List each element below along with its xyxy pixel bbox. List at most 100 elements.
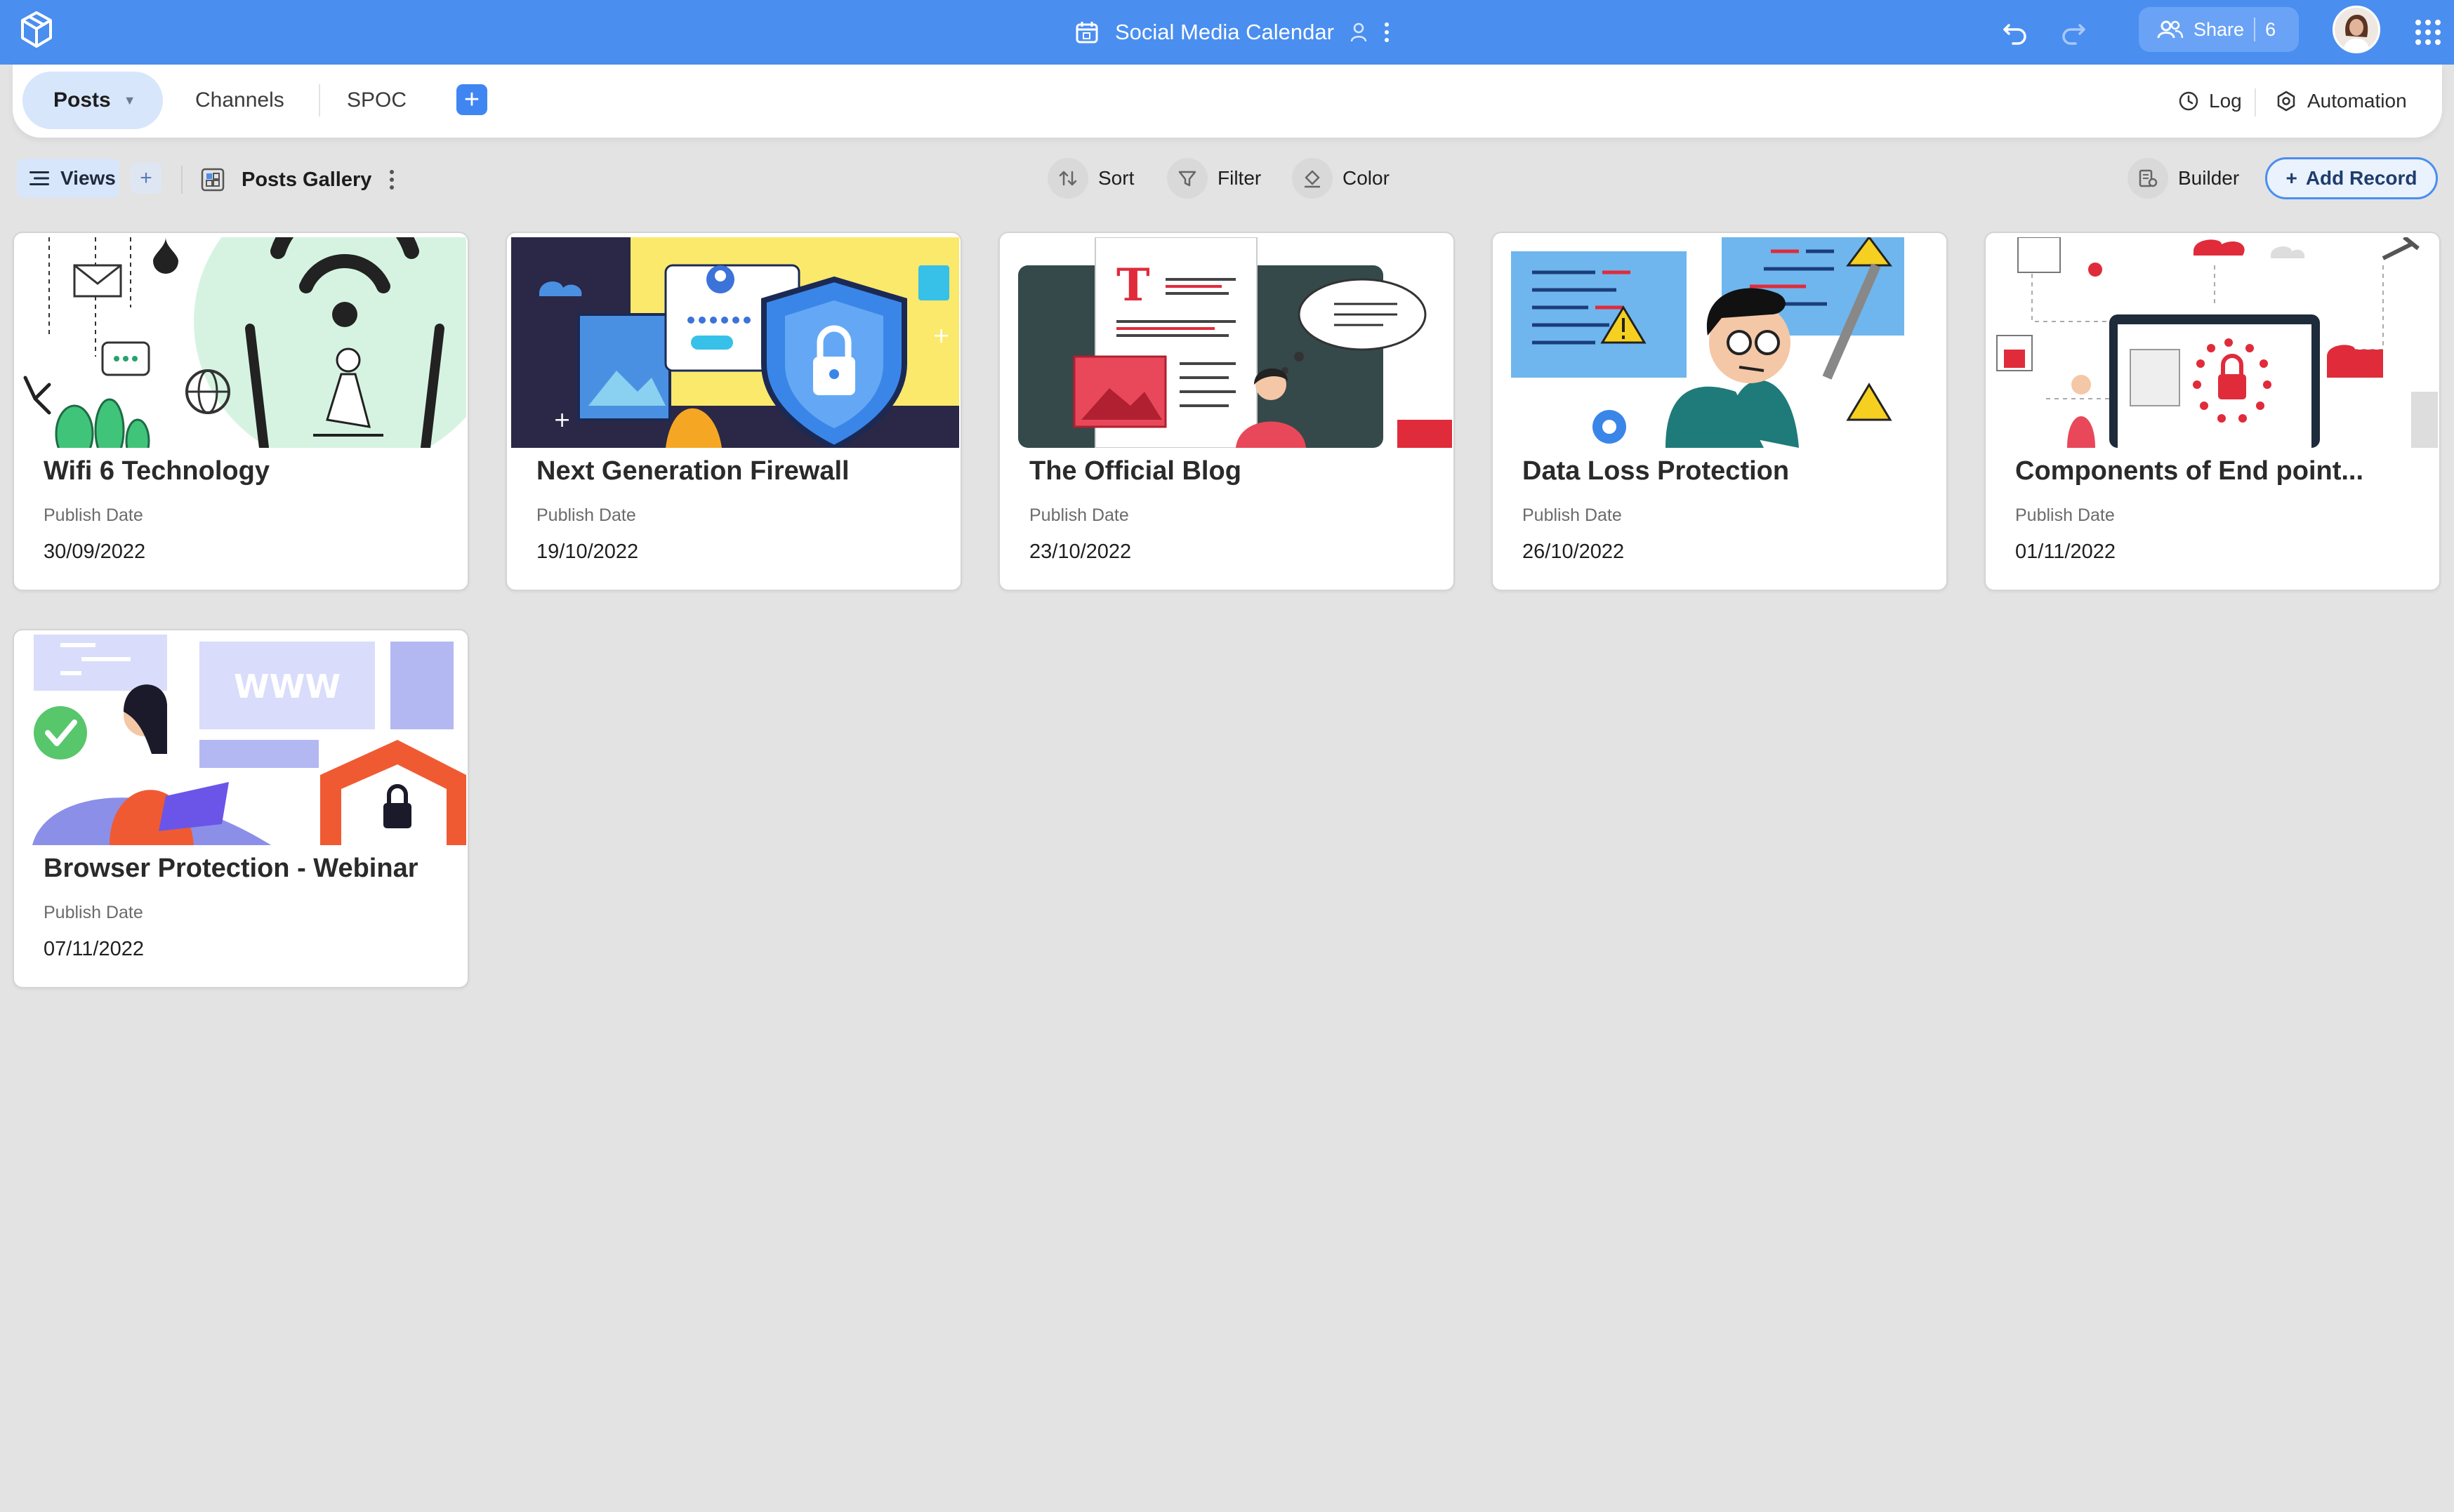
share-count: 6: [2265, 18, 2276, 40]
tab-posts[interactable]: Posts ▼: [22, 72, 163, 129]
people-icon: [2157, 20, 2184, 39]
card-field-value: 30/09/2022: [44, 541, 146, 563]
tab-channels[interactable]: Channels: [195, 72, 284, 129]
plus-icon: +: [463, 85, 480, 114]
add-table-button[interactable]: +: [456, 84, 487, 115]
card-field-value: 26/10/2022: [1522, 541, 1625, 563]
tab-divider: [319, 84, 320, 117]
filter-label: Filter: [1218, 167, 1262, 189]
tab-channels-label: Channels: [195, 88, 284, 112]
card-title: Data Loss Protection: [1522, 456, 1790, 486]
card-field-label: Publish Date: [1029, 505, 1129, 525]
add-record-label: Add Record: [2305, 167, 2417, 189]
gallery-card[interactable]: + + Next Generation Firewall Publish Dat…: [506, 232, 962, 591]
paint-bucket-icon: [1305, 170, 1320, 188]
user-avatar[interactable]: [2333, 6, 2380, 53]
clock-icon: [2179, 91, 2198, 111]
card-field-value: 19/10/2022: [536, 541, 639, 563]
gallery-card[interactable]: T The Official Blog Publish Date 23/10/2…: [998, 232, 1455, 591]
builder-button[interactable]: Builder: [2128, 157, 2239, 199]
firewall-shield-illustration-icon: + +: [511, 237, 959, 448]
card-title: Next Generation Firewall: [536, 456, 850, 486]
card-cover-image: [1497, 237, 1945, 448]
top-bar: Social Media Calendar Share 6: [0, 0, 2454, 65]
card-field-label: Publish Date: [1522, 505, 1622, 525]
tab-actions-divider: [2255, 88, 2256, 117]
sort-icon: [1059, 171, 1077, 186]
filter-button[interactable]: Filter: [1167, 157, 1261, 199]
gallery-card[interactable]: Data Loss Protection Publish Date 26/10/…: [1491, 232, 1948, 591]
svg-text:+: +: [932, 324, 950, 348]
sort-button[interactable]: Sort: [1048, 157, 1134, 199]
card-title: Browser Protection - Webinar: [44, 854, 418, 883]
automation-button[interactable]: Automation: [2275, 84, 2407, 118]
views-label: Views: [60, 167, 116, 189]
card-field-label: Publish Date: [2015, 505, 2115, 525]
tab-posts-label: Posts: [53, 88, 111, 112]
sort-icon-wrap: [1048, 158, 1088, 199]
calendar-icon: [1076, 22, 1098, 44]
card-title: The Official Blog: [1029, 456, 1241, 486]
plus-icon: +: [2285, 167, 2297, 189]
endpoint-security-illustration-icon: [1990, 237, 2438, 448]
color-button[interactable]: Color: [1292, 157, 1390, 199]
share-label: Share: [2194, 18, 2245, 40]
views-toggle-button[interactable]: Views: [17, 159, 119, 198]
sort-label: Sort: [1098, 167, 1135, 189]
menu-icon: [29, 171, 49, 185]
document-title-group: Social Media Calendar: [1074, 13, 1390, 52]
gallery-card[interactable]: WWW Browser Protection - Webinar Publish…: [13, 629, 469, 988]
card-field-value: 07/11/2022: [44, 938, 144, 960]
document-title[interactable]: Social Media Calendar: [1115, 20, 1334, 45]
log-label: Log: [2209, 90, 2242, 112]
share-button[interactable]: Share 6: [2139, 7, 2299, 52]
filter-icon: [1178, 171, 1196, 187]
add-record-button[interactable]: + Add Record: [2265, 157, 2438, 199]
card-cover-image: [1990, 237, 2438, 448]
more-options-icon[interactable]: [1383, 21, 1390, 44]
card-cover-image: T: [1004, 237, 1452, 448]
blog-letter-text: T: [1116, 259, 1150, 312]
undo-icon[interactable]: [1999, 15, 2031, 48]
view-divider: [181, 166, 183, 194]
tab-spoc[interactable]: SPOC: [347, 72, 407, 129]
card-title: Wifi 6 Technology: [44, 456, 270, 486]
card-title: Components of End point...: [2015, 456, 2364, 486]
card-field-value: 23/10/2022: [1029, 541, 1132, 563]
builder-icon: [2139, 169, 2158, 187]
share-divider: [2254, 18, 2256, 41]
add-view-button[interactable]: +: [131, 163, 161, 194]
www-text: WWW: [234, 668, 341, 705]
current-view[interactable]: Posts Gallery: [201, 160, 395, 199]
card-cover-image: + +: [511, 237, 959, 448]
table-tabs-bar: Posts ▼ Channels SPOC + Log Automation: [13, 65, 2442, 138]
gallery-view-icon: [201, 168, 225, 192]
color-icon-wrap: [1292, 158, 1333, 199]
gallery-card[interactable]: Components of End point... Publish Date …: [1984, 232, 2441, 591]
data-loss-illustration-icon: [1497, 237, 1945, 448]
redo-icon[interactable]: [2057, 15, 2090, 48]
card-cover-image: [18, 237, 466, 448]
svg-text:+: +: [553, 408, 571, 432]
tab-spoc-label: SPOC: [347, 88, 407, 112]
color-label: Color: [1343, 167, 1390, 189]
card-field-value: 01/11/2022: [2015, 541, 2116, 563]
app-logo-icon[interactable]: [18, 10, 55, 49]
card-field-label: Publish Date: [44, 505, 143, 525]
view-toolbar: Views + Posts Gallery Sort Filter Color …: [0, 149, 2454, 208]
gallery-card[interactable]: Wifi 6 Technology Publish Date 30/09/202…: [13, 232, 469, 591]
user-permission-icon[interactable]: [1350, 22, 1368, 43]
builder-icon-wrap: [2128, 158, 2168, 199]
plus-icon: +: [140, 166, 152, 190]
card-field-label: Publish Date: [536, 505, 636, 525]
filter-icon-wrap: [1167, 158, 1208, 199]
chevron-down-icon[interactable]: ▼: [124, 93, 136, 108]
view-name[interactable]: Posts Gallery: [242, 168, 371, 192]
apps-grid-icon[interactable]: [2414, 18, 2442, 46]
log-button[interactable]: Log: [2178, 84, 2242, 118]
builder-label: Builder: [2178, 167, 2240, 189]
automation-label: Automation: [2307, 90, 2407, 112]
view-more-icon[interactable]: [388, 168, 395, 192]
browser-protection-illustration-icon: WWW: [18, 635, 466, 845]
card-cover-image: WWW: [18, 635, 466, 845]
